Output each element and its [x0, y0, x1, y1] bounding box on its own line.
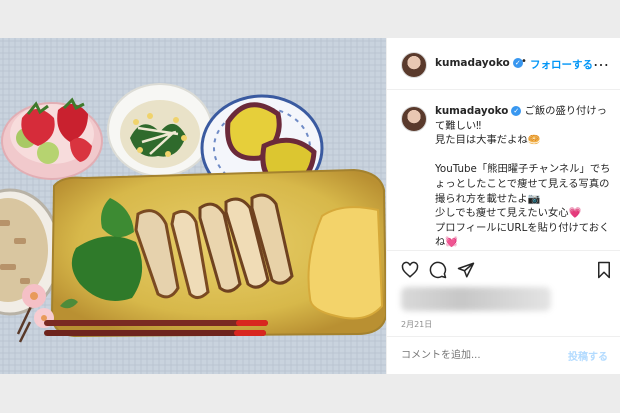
caption-text: kumadayoko ✓ ご飯の盛り付けって難しい‼︎ 見た目は大事だよね🥯 Yo…: [435, 104, 613, 250]
more-options-icon[interactable]: …: [593, 51, 610, 70]
salad-bowl: [107, 83, 213, 177]
username-link[interactable]: kumadayoko ✓: [435, 57, 523, 69]
blurred-likes: [401, 287, 551, 311]
food-photo-illustration: [0, 38, 386, 374]
separator-dot: •: [521, 56, 527, 67]
caption-username-text: kumadayoko: [435, 105, 509, 117]
comment-input[interactable]: [401, 347, 561, 363]
heart-icon[interactable]: [401, 261, 419, 279]
verified-badge-icon: ✓: [511, 106, 522, 116]
caption-avatar[interactable]: [401, 106, 427, 132]
fish-plate: [50, 168, 386, 338]
post-actions: 2月21日: [387, 250, 620, 350]
bookmark-icon[interactable]: [595, 261, 613, 279]
post-comment-button[interactable]: 投稿する: [568, 348, 608, 363]
avatar[interactable]: [401, 52, 427, 78]
post-side-panel: kumadayoko ✓ • フォローする … kumadayoko ✓ ご飯の盛り…: [386, 38, 620, 374]
username-text: kumadayoko: [435, 57, 510, 69]
post-date: 2月21日: [401, 320, 433, 329]
post-header: kumadayoko ✓ • フォローする …: [387, 38, 620, 90]
tamagoyaki: [307, 206, 384, 320]
caption-body: ご飯の盛り付けって難しい‼︎ 見た目は大事だよね🥯 YouTube「熊田曜子チャ…: [435, 105, 611, 249]
post-caption: kumadayoko ✓ ご飯の盛り付けって難しい‼︎ 見た目は大事だよね🥯 Yo…: [401, 104, 613, 250]
comment-bubble-icon[interactable]: [429, 261, 447, 279]
paper-plane-icon[interactable]: [457, 261, 475, 279]
follow-button[interactable]: フォローする: [530, 57, 593, 72]
comment-bar: 投稿する: [387, 336, 620, 374]
instagram-post-frame: kumadayoko ✓ • フォローする … kumadayoko ✓ ご飯の盛り…: [0, 38, 620, 374]
caption-username[interactable]: kumadayoko ✓: [435, 105, 522, 117]
post-photo[interactable]: [0, 38, 386, 374]
